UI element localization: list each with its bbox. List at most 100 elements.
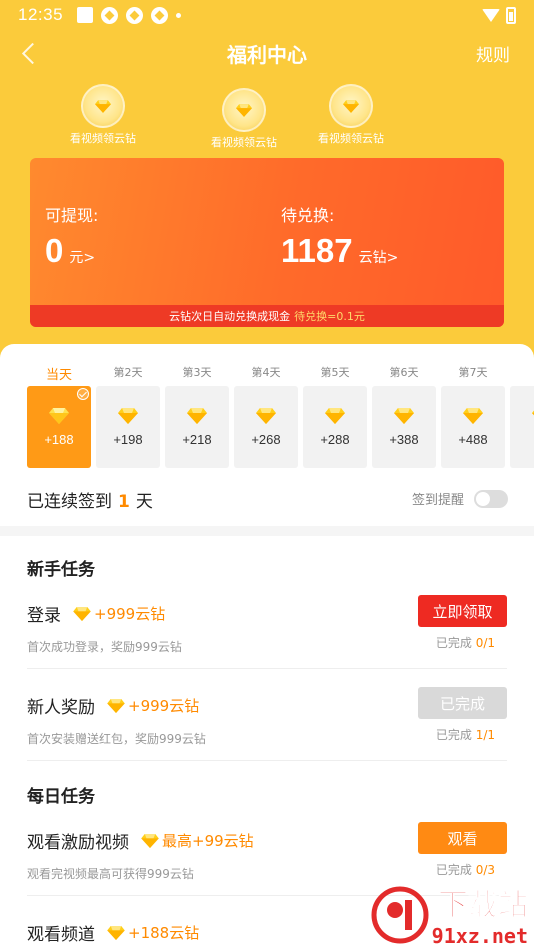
- nav-bar: 福利中心 规则: [0, 30, 534, 76]
- diamond-icon: [49, 407, 69, 424]
- day-points: +268: [251, 431, 281, 447]
- back-button[interactable]: [14, 38, 44, 68]
- section-divider: [0, 526, 534, 536]
- task-name: 新人奖励: [27, 698, 95, 718]
- task-reward: +188云钻: [107, 922, 199, 943]
- task-reward-text: 最高+99云钻: [162, 832, 254, 850]
- system-icons: [482, 6, 516, 24]
- task-reward-text: +999云钻: [128, 697, 200, 715]
- day-points: +288: [320, 431, 350, 447]
- day-points: +198: [113, 431, 143, 447]
- progress-prefix: 已完成: [435, 863, 472, 877]
- checkin-reminder: 签到提醒: [412, 489, 508, 508]
- app-notification-icon: [126, 6, 144, 24]
- completed-button[interactable]: 已完成: [418, 687, 507, 719]
- diamond-coin-icon: [81, 84, 125, 128]
- checkin-day[interactable]: 第5天 +288: [303, 364, 367, 468]
- checkin-day[interactable]: 第 +: [510, 364, 534, 468]
- divider: [27, 668, 507, 669]
- checkin-day[interactable]: 第2天 +198: [96, 364, 160, 468]
- claim-button[interactable]: 立即领取: [418, 595, 507, 627]
- diamond-coin-icon: [329, 84, 373, 128]
- wallet-card: 可提现: 0 元> 待兑换: 1187 云钻> 云钻次日自动兑换成现金 待兑换=…: [30, 158, 504, 327]
- task-item: 新人奖励 +999云钻 首次安装赠送红包，奖励999云钻 已完成 已完成 1/1: [27, 687, 507, 747]
- diamond-icon: [187, 407, 207, 424]
- progress-prefix: 已完成: [435, 728, 472, 742]
- checkin-day[interactable]: 当天 +188: [27, 364, 91, 468]
- day-label: 当天: [45, 368, 72, 383]
- task-reward: 最高+99云钻: [141, 830, 254, 851]
- day-label: 第3天: [182, 366, 212, 379]
- wifi-icon: [482, 8, 500, 22]
- task-item: 观看激励视频 最高+99云钻 观看完视频最高可获得999云钻 观看 已完成 0/…: [27, 822, 507, 882]
- day-points: +218: [182, 431, 212, 447]
- video-reward-bubble[interactable]: 看视频领云钻: [189, 88, 299, 150]
- diamond-icon: [73, 606, 91, 621]
- diamond-icon: [394, 407, 414, 424]
- divider: [27, 760, 507, 761]
- notification-icons: [77, 6, 182, 24]
- task-item: 登录 +999云钻 首次成功登录，奖励999云钻 立即领取 已完成 0/1: [27, 595, 507, 655]
- notification-icon: [77, 7, 94, 23]
- watermark-title: 下载站: [438, 888, 529, 924]
- diamond-icon: [325, 407, 345, 424]
- progress-value: 0/1: [475, 636, 495, 650]
- task-reward-text: +188云钻: [128, 924, 200, 942]
- status-time: 12:35: [18, 5, 64, 24]
- rules-link[interactable]: 规则: [476, 41, 510, 66]
- site-watermark: 下载站 91xz.net: [369, 880, 534, 950]
- day-label: 第4天: [251, 366, 281, 379]
- day-label: 第6天: [389, 366, 419, 379]
- bubble-label: 看视频领云钻: [211, 136, 277, 149]
- task-progress: 已完成 1/1: [436, 726, 495, 743]
- checkin-day[interactable]: 第7天 +488: [441, 364, 505, 468]
- status-bar: 12:35: [0, 0, 534, 30]
- battery-icon: [506, 6, 516, 24]
- progress-prefix: 已完成: [435, 636, 472, 650]
- exchange-note: 云钻次日自动兑换成现金 待兑换=0.1元: [30, 305, 504, 327]
- checkin-day[interactable]: 第6天 +388: [372, 364, 436, 468]
- task-reward: +999云钻: [73, 603, 165, 624]
- task-progress: 已完成 0/3: [436, 861, 495, 878]
- diamond-icon: [256, 407, 276, 424]
- withdraw-unit: 元>: [69, 250, 96, 266]
- reminder-toggle[interactable]: [474, 489, 508, 508]
- checkin-day[interactable]: 第4天 +268: [234, 364, 298, 468]
- diamond-coin-icon: [222, 88, 266, 132]
- diamond-icon: [107, 698, 125, 713]
- withdrawable-balance[interactable]: 可提现: 0 元>: [45, 202, 98, 270]
- pending-balance[interactable]: 待兑换: 1187 云钻>: [281, 202, 398, 270]
- watermark-logo-icon: [371, 886, 429, 944]
- video-reward-bubble[interactable]: 看视频领云钻: [296, 84, 406, 146]
- withdraw-label: 可提现:: [45, 206, 99, 225]
- task-progress: 已完成 0/1: [436, 634, 495, 651]
- day-points: +388: [389, 431, 419, 447]
- watch-button[interactable]: 观看: [418, 822, 507, 854]
- app-notification-icon: [151, 6, 169, 24]
- exchange-rate: 待兑换=0.1元: [294, 310, 365, 323]
- task-reward: +999云钻: [107, 695, 199, 716]
- checkin-day[interactable]: 第3天 +218: [165, 364, 229, 468]
- day-label: 第7天: [458, 366, 488, 379]
- streak-count: 1: [118, 492, 130, 512]
- watermark-url: 91xz.net: [431, 924, 528, 948]
- reminder-label: 签到提醒: [411, 493, 464, 508]
- page-title: 福利中心: [227, 42, 307, 67]
- day-label: 第2天: [113, 366, 143, 379]
- task-name: 登录: [27, 606, 61, 626]
- exchange-note-text: 云钻次日自动兑换成现金: [169, 310, 291, 323]
- task-name: 观看激励视频: [27, 833, 129, 853]
- main-sheet: 当天 +188 第2天 +198 第3天 +218 第4天 +268 第5天 +…: [0, 344, 534, 950]
- task-reward-text: +999云钻: [94, 605, 166, 623]
- diamond-icon: [463, 407, 483, 424]
- pending-unit: 云钻>: [358, 250, 399, 266]
- bubble-label: 看视频领云钻: [318, 132, 384, 145]
- newbie-tasks-title: 新手任务: [27, 560, 95, 580]
- app-notification-icon: [101, 6, 119, 24]
- progress-value: 1/1: [475, 728, 495, 742]
- pending-label: 待兑换:: [281, 206, 335, 225]
- task-name: 观看频道: [27, 925, 95, 945]
- video-reward-bubble[interactable]: 看视频领云钻: [48, 84, 158, 146]
- day-points: +488: [458, 431, 488, 447]
- bubble-label: 看视频领云钻: [70, 132, 136, 145]
